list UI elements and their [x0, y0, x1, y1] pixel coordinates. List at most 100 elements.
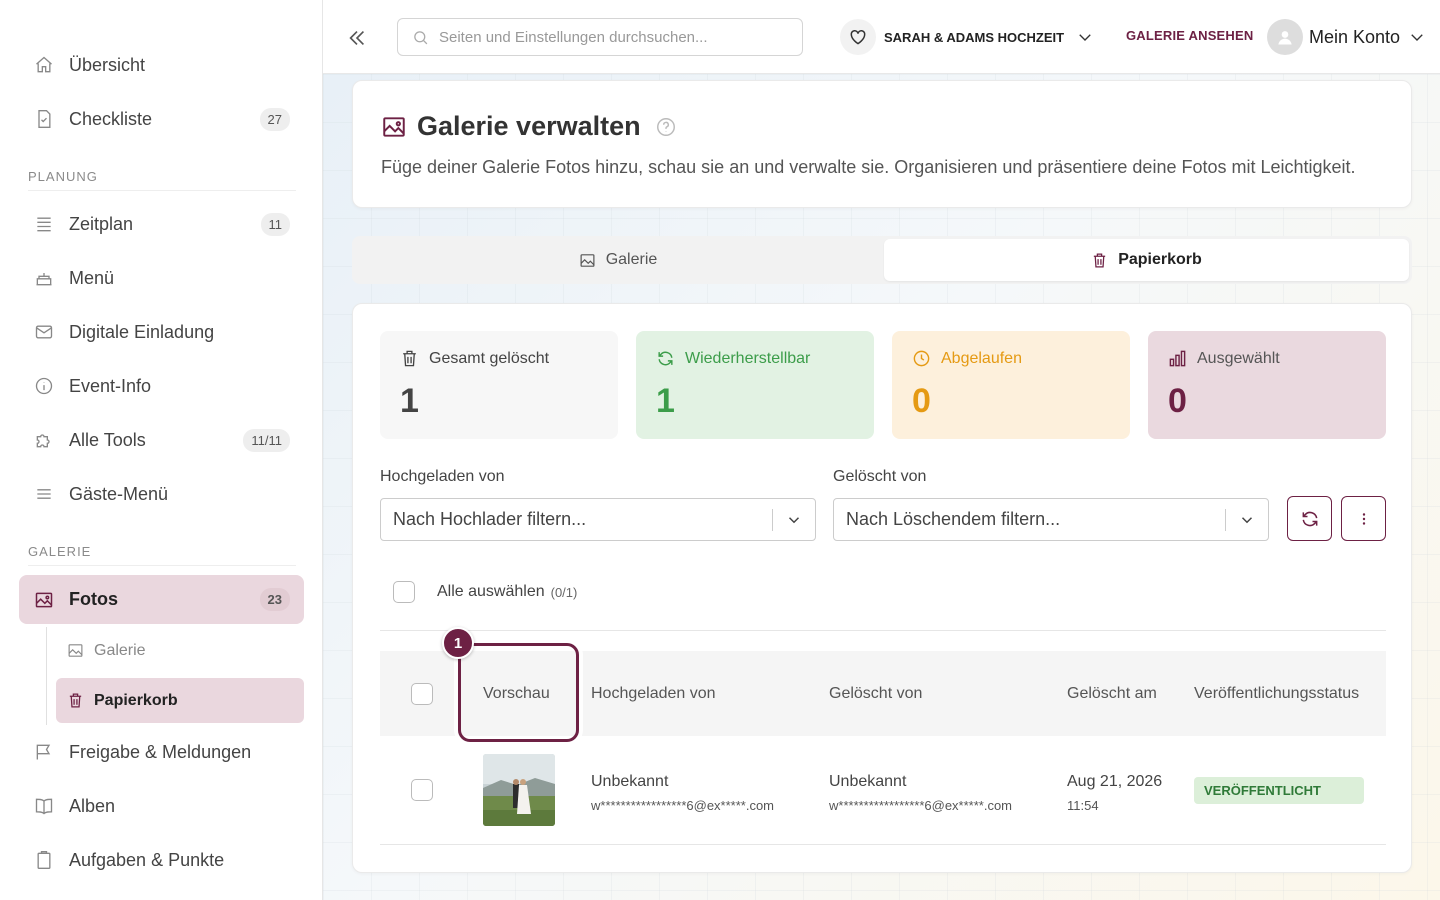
- uploaded-by-email: w*****************6@ex*****.com: [591, 798, 775, 813]
- deleted-time: 11:54: [1067, 798, 1099, 813]
- checklist-icon: [33, 108, 55, 130]
- sidebar-item-checkliste[interactable]: Checkliste 27: [19, 95, 304, 143]
- page-header-card: Galerie verwalten Füge deiner Galerie Fo…: [352, 80, 1412, 208]
- deleter-filter-label: Gelöscht von: [833, 468, 927, 485]
- column-header-status[interactable]: Veröffentlichungsstatus: [1194, 685, 1359, 703]
- sidebar-item-gaeste-menue[interactable]: Gäste-Menü: [19, 470, 304, 518]
- user-icon: [1278, 31, 1292, 45]
- trash-icon: [1091, 252, 1108, 269]
- table-row[interactable]: Unbekannt w*****************6@ex*****.co…: [380, 736, 1386, 844]
- menu-icon: [33, 483, 55, 505]
- section-label-galerie: GALERIE: [28, 544, 92, 559]
- bar-chart-icon: [1168, 349, 1187, 368]
- sidebar-item-freigabe-meldungen[interactable]: Freigabe & Meldungen: [19, 728, 304, 776]
- trash-icon: [400, 349, 419, 368]
- sidebar-item-label: Alben: [69, 795, 116, 816]
- stat-card-expired: Abgelaufen 0: [892, 331, 1130, 439]
- heart-icon: [840, 19, 876, 55]
- sidebar-item-digitale-einladung[interactable]: Digitale Einladung: [19, 308, 304, 356]
- row-checkbox[interactable]: [411, 779, 433, 801]
- tab-galerie[interactable]: Galerie: [355, 239, 881, 281]
- image-icon: [381, 114, 407, 140]
- sidebar-item-fotos[interactable]: Fotos 23: [19, 575, 304, 624]
- stat-card-selected: Ausgewählt 0: [1148, 331, 1386, 439]
- sidebar-item-aufgaben-punkte[interactable]: Aufgaben & Punkte: [19, 836, 304, 884]
- cake-icon: [33, 267, 55, 289]
- more-options-button[interactable]: [1341, 496, 1386, 541]
- sidebar-item-label: Fotos: [69, 589, 118, 609]
- account-label: Mein Konto: [1309, 26, 1401, 47]
- sidebar-subitem-label: Papierkorb: [94, 691, 178, 709]
- divider: [380, 844, 1386, 845]
- more-vertical-icon: [1362, 512, 1365, 525]
- sidebar-item-uebersicht[interactable]: Übersicht: [19, 41, 304, 89]
- clock-icon: [912, 349, 931, 368]
- book-icon: [33, 795, 55, 817]
- sidebar-subitem-label: Galerie: [94, 641, 146, 659]
- sidebar-item-label: Checkliste: [69, 108, 153, 129]
- page-description: Füge deiner Galerie Fotos hinzu, schau s…: [381, 157, 1356, 177]
- chevron-down-icon: [785, 511, 803, 529]
- chevron-down-icon: [1238, 511, 1256, 529]
- deleted-date: Aug 21, 2026: [1067, 773, 1163, 790]
- refresh-icon: [656, 349, 675, 368]
- sidebar-item-label: Aufgaben & Punkte: [69, 849, 225, 870]
- sidebar-item-label: Übersicht: [69, 54, 146, 75]
- stat-value: 1: [656, 382, 675, 420]
- count-badge: 23: [259, 588, 290, 611]
- refresh-button[interactable]: [1287, 496, 1332, 541]
- sidebar: Übersicht Checkliste 27 PLANUNG Zeitplan…: [0, 0, 323, 900]
- submenu-line: [46, 627, 47, 725]
- column-header-geloescht-von[interactable]: Gelöscht von: [829, 685, 922, 703]
- search-icon: [412, 29, 429, 46]
- select-all-checkbox[interactable]: [393, 581, 415, 603]
- header-checkbox[interactable]: [411, 683, 433, 705]
- view-gallery-button[interactable]: GALERIE ANSEHEN: [1126, 28, 1253, 43]
- chevron-down-icon: [1076, 28, 1094, 46]
- sidebar-subitem-papierkorb[interactable]: Papierkorb: [56, 678, 304, 723]
- uploader-filter-select[interactable]: Nach Hochlader filtern...: [380, 498, 816, 541]
- search-placeholder: Seiten und Einstellungen durchsuchen...: [439, 28, 708, 46]
- clipboard-icon: [33, 849, 55, 871]
- step-marker: 1: [442, 627, 474, 659]
- list-icon: [33, 213, 55, 235]
- divider: [772, 509, 773, 531]
- account-menu[interactable]: Mein Konto: [1267, 18, 1426, 56]
- sidebar-item-label: Menü: [69, 267, 115, 288]
- event-selector[interactable]: SARAH & ADAMS HOCHZEIT: [840, 18, 1094, 56]
- tab-papierkorb[interactable]: Papierkorb: [884, 239, 1409, 281]
- avatar: [1267, 19, 1303, 55]
- chevron-down-icon: [1408, 28, 1426, 46]
- sidebar-item-label: Digitale Einladung: [69, 321, 215, 342]
- sidebar-item-menue[interactable]: Menü: [19, 254, 304, 302]
- mail-icon: [33, 321, 55, 343]
- photo-thumbnail[interactable]: [483, 754, 555, 826]
- select-all-label: Alle auswählen: [437, 583, 545, 600]
- column-header-geloescht-am[interactable]: Gelöscht am: [1067, 685, 1157, 703]
- sidebar-item-label: Alle Tools: [69, 429, 146, 450]
- count-badge: 27: [259, 107, 290, 131]
- stat-card-total-deleted: Gesamt gelöscht 1: [380, 331, 618, 439]
- help-icon[interactable]: [655, 116, 677, 138]
- sidebar-item-zeitplan[interactable]: Zeitplan 11: [19, 200, 304, 248]
- page-title-text: Galerie verwalten: [417, 111, 641, 141]
- image-icon: [66, 642, 84, 660]
- sidebar-item-alben[interactable]: Alben: [19, 782, 304, 830]
- deleter-filter-select[interactable]: Nach Löschendem filtern...: [833, 498, 1269, 541]
- highlight-box: [458, 643, 579, 742]
- sidebar-item-alle-tools[interactable]: Alle Tools 11/11: [19, 416, 304, 464]
- stat-value: 0: [912, 382, 931, 420]
- deleted-by-name: Unbekannt: [829, 773, 907, 790]
- sidebar-item-label: Freigabe & Meldungen: [69, 741, 252, 762]
- sidebar-item-event-info[interactable]: Event-Info: [19, 362, 304, 410]
- collapse-sidebar-button[interactable]: [343, 24, 371, 52]
- sidebar-subitem-galerie[interactable]: Galerie: [56, 628, 304, 673]
- select-all[interactable]: Alle auswählen (0/1): [393, 581, 577, 603]
- divider: [28, 565, 296, 566]
- search-input[interactable]: Seiten und Einstellungen durchsuchen...: [397, 18, 803, 56]
- stat-value: 0: [1168, 382, 1187, 420]
- column-header-hochgeladen-von[interactable]: Hochgeladen von: [591, 685, 716, 703]
- stat-label: Abgelaufen: [941, 349, 1022, 367]
- tab-label: Galerie: [605, 251, 658, 268]
- divider: [380, 630, 1386, 631]
